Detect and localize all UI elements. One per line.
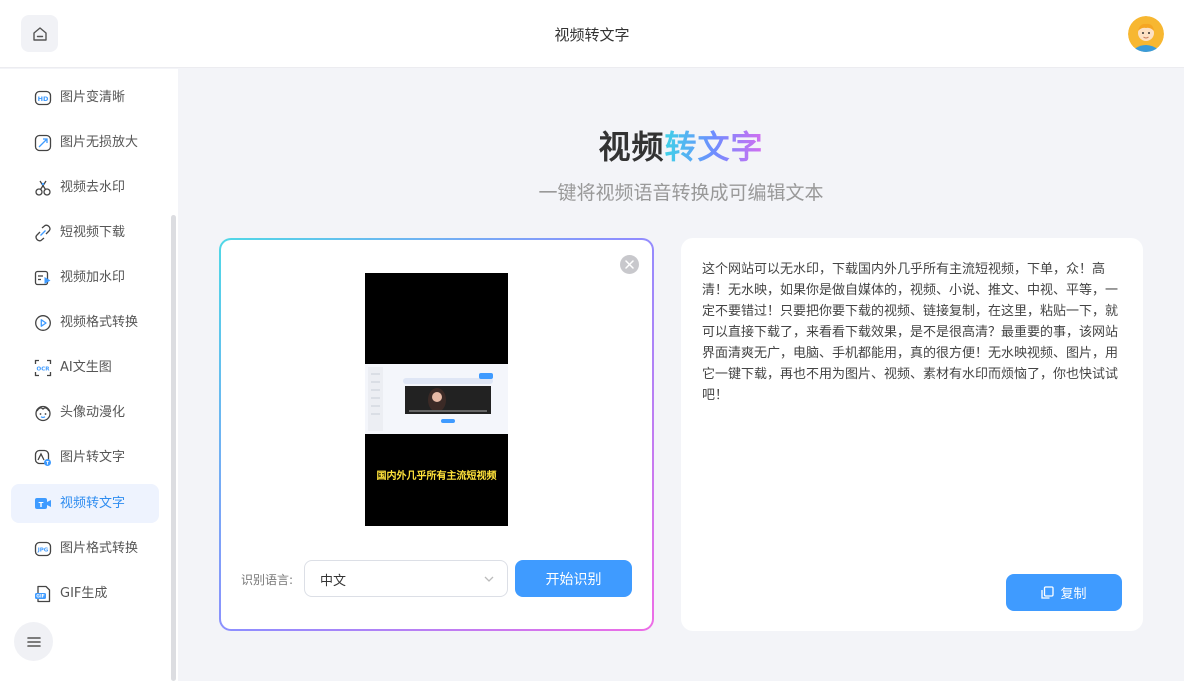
video-frame <box>365 364 508 434</box>
page-title-part1: 视频 <box>598 128 665 166</box>
svg-text:JPG: JPG <box>37 548 49 554</box>
sidebar-item-label: 图片变清晰 <box>60 90 126 105</box>
video-upload-card: 国内外几乎所有主流短视频 识别语言: 中文 开始识别 <box>219 238 654 631</box>
sidebar-item-ai-text-to-image[interactable]: OCR AI文生图 <box>11 348 159 387</box>
header-title: 视频转文字 <box>554 26 630 44</box>
hd-icon: HD <box>34 90 52 106</box>
sidebar-item-video-add-watermark[interactable]: 视频加水印 <box>11 258 159 297</box>
video-watermark-icon <box>34 270 51 286</box>
sidebar-item-image-sharpen[interactable]: HD 图片变清晰 <box>11 78 159 117</box>
sidebar-item-image-enlarge[interactable]: 图片无损放大 <box>11 123 159 162</box>
language-selected-value: 中文 <box>320 574 347 589</box>
sidebar-item-label: 视频转文字 <box>60 496 126 511</box>
face-icon <box>35 405 51 422</box>
user-avatar[interactable] <box>1128 16 1164 52</box>
copy-button-label: 复制 <box>1060 587 1087 602</box>
sidebar-item-label: AI文生图 <box>60 360 112 375</box>
language-select[interactable]: 中文 <box>304 560 508 597</box>
close-icon <box>625 260 634 269</box>
language-label: 识别语言: <box>241 573 294 587</box>
link-icon <box>35 224 51 242</box>
enlarge-icon <box>34 134 52 152</box>
video-preview[interactable]: 国内外几乎所有主流短视频 <box>365 273 508 526</box>
sidebar: HD 图片变清晰 图片无损放大 视频去水印 短视频下载 视频加水印 视频格式转换… <box>0 69 178 681</box>
copy-button[interactable]: 复制 <box>1006 574 1122 611</box>
page-subtitle: 一键将视频语音转换成可编辑文本 <box>538 182 824 204</box>
play-circle-icon <box>35 315 51 331</box>
gif-icon: GIF <box>35 585 51 603</box>
sidebar-item-label: 视频加水印 <box>60 270 126 285</box>
sidebar-item-short-video-download[interactable]: 短视频下载 <box>11 213 159 252</box>
sidebar-item-label: 短视频下载 <box>60 225 126 240</box>
page-title-part2: 转文字 <box>664 128 764 166</box>
chevron-down-icon <box>484 576 494 582</box>
svg-text:OCR: OCR <box>37 367 51 373</box>
svg-text:T: T <box>39 501 44 509</box>
sidebar-item-image-to-text[interactable]: T 图片转文字 <box>11 438 159 477</box>
collapse-menu-button[interactable] <box>14 622 53 661</box>
page-title: 视频转文字 <box>178 122 1184 168</box>
sidebar-item-label: 图片转文字 <box>60 450 126 465</box>
copy-icon <box>1041 586 1055 599</box>
sidebar-item-label: 头像动漫化 <box>60 405 126 420</box>
sidebar-item-video-dewatermark[interactable]: 视频去水印 <box>11 168 159 207</box>
sidebar-item-image-format-convert[interactable]: JPG 图片格式转换 <box>11 529 159 568</box>
svg-text:HD: HD <box>38 95 49 103</box>
sidebar-item-video-to-text[interactable]: T 视频转文字 <box>11 484 159 523</box>
scan-text-icon: OCR <box>34 359 52 377</box>
sidebar-item-video-format-convert[interactable]: 视频格式转换 <box>11 303 159 342</box>
video-caption: 国内外几乎所有主流短视频 <box>376 471 497 482</box>
sidebar-item-label: 视频格式转换 <box>60 315 139 330</box>
image-format-icon: JPG <box>34 541 52 557</box>
menu-icon <box>26 636 41 647</box>
sidebar-item-label: 图片无损放大 <box>60 135 139 150</box>
sidebar-item-label: GIF生成 <box>60 586 108 601</box>
recognized-text[interactable]: 这个网站可以无水印，下载国内外几乎所有主流短视频，下单，众！高清！无水映，如果你… <box>702 259 1120 406</box>
remove-video-button[interactable] <box>620 255 639 274</box>
image-text-icon: T <box>34 449 51 466</box>
video-text-icon: T <box>35 498 51 509</box>
sidebar-item-gif-generate[interactable]: GIF GIF生成 <box>11 574 159 613</box>
result-card: 这个网站可以无水印，下载国内外几乎所有主流短视频，下单，众！高清！无水映，如果你… <box>681 238 1143 631</box>
sidebar-item-avatar-anime[interactable]: 头像动漫化 <box>11 393 159 432</box>
sidebar-scrollbar[interactable] <box>171 215 176 681</box>
svg-text:GIF: GIF <box>36 594 44 600</box>
start-recognition-button[interactable]: 开始识别 <box>515 560 632 597</box>
sidebar-item-label: 视频去水印 <box>60 180 126 195</box>
scissors-icon <box>35 180 51 196</box>
top-bar: 视频转文字 <box>0 0 1184 68</box>
sidebar-item-label: 图片格式转换 <box>60 541 139 556</box>
